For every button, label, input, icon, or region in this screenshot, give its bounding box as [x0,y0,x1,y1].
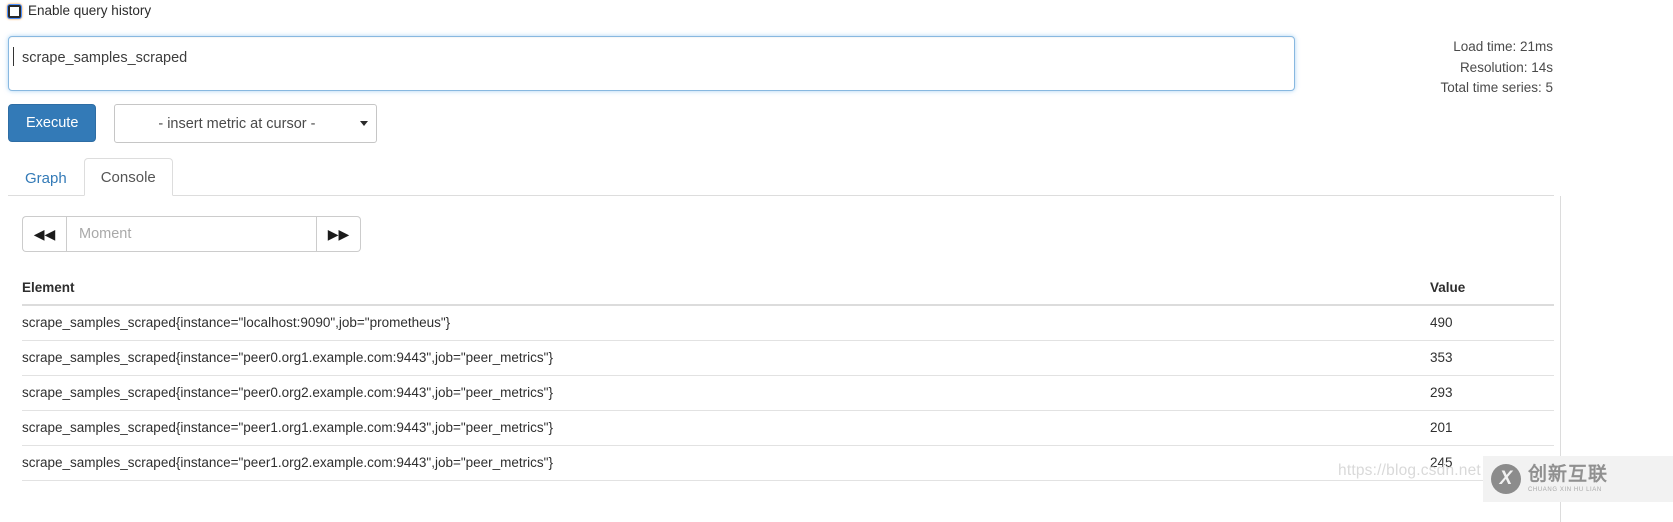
cell-element: scrape_samples_scraped{instance="peer1.o… [22,446,1430,480]
cell-element: scrape_samples_scraped{instance="peer1.o… [22,411,1430,445]
load-time-stat: Load time: 21ms [1440,37,1553,58]
query-controls: Execute - insert metric at cursor - [8,104,377,143]
moment-navigation: ◀◀ ▶▶ [22,216,361,252]
enable-query-history-checkbox[interactable] [8,5,21,18]
cell-value: 245 [1430,446,1554,480]
total-time-series-stat: Total time series: 5 [1440,78,1553,99]
table-row: scrape_samples_scraped{instance="peer0.o… [22,341,1554,376]
expression-input-wrapper [8,36,1295,91]
resolution-stat: Resolution: 14s [1440,58,1553,79]
tab-graph[interactable]: Graph [8,159,84,196]
table-row: scrape_samples_scraped{instance="peer1.o… [22,411,1554,446]
prometheus-expression-browser: Enable query history Load time: 21ms Res… [0,0,1673,522]
cell-value: 201 [1430,411,1554,445]
metric-select-wrapper: - insert metric at cursor - [114,104,377,143]
table-row: scrape_samples_scraped{instance="peer1.o… [22,446,1554,481]
cell-value: 353 [1430,341,1554,375]
tab-console[interactable]: Console [84,158,173,196]
column-header-element: Element [22,274,1430,304]
table-row: scrape_samples_scraped{instance="peer0.o… [22,376,1554,411]
results-table: Element Value scrape_samples_scraped{ins… [22,274,1554,481]
table-row: scrape_samples_scraped{instance="localho… [22,306,1554,341]
cell-element: scrape_samples_scraped{instance="peer0.o… [22,376,1430,410]
cell-value: 293 [1430,376,1554,410]
moment-forward-icon[interactable]: ▶▶ [317,216,361,252]
table-header-row: Element Value [22,274,1554,306]
cell-value: 490 [1430,306,1554,340]
expression-input[interactable] [8,36,1295,91]
content-region: Enable query history Load time: 21ms Res… [0,0,1562,522]
insert-metric-select[interactable]: - insert metric at cursor - [114,104,377,143]
result-tabs: Graph Console [8,158,1554,196]
cell-element: scrape_samples_scraped{instance="peer0.o… [22,341,1430,375]
cell-element: scrape_samples_scraped{instance="localho… [22,306,1430,340]
execute-button[interactable]: Execute [8,104,96,142]
moment-backward-icon[interactable]: ◀◀ [22,216,66,252]
column-header-value: Value [1430,274,1554,304]
enable-query-history-label: Enable query history [28,3,151,19]
query-stats: Load time: 21ms Resolution: 14s Total ti… [1440,37,1553,99]
enable-query-history-row[interactable]: Enable query history [8,3,151,19]
panel-right-edge [1560,196,1561,522]
text-caret [13,47,14,66]
moment-input[interactable] [66,216,317,252]
